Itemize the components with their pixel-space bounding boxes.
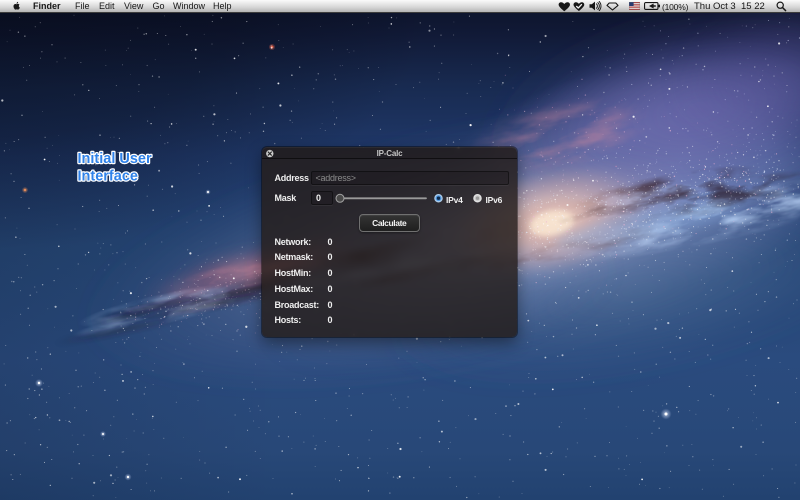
svg-text:Interface: Interface [78,169,138,185]
svg-text:Initial User: Initial User [78,151,152,167]
